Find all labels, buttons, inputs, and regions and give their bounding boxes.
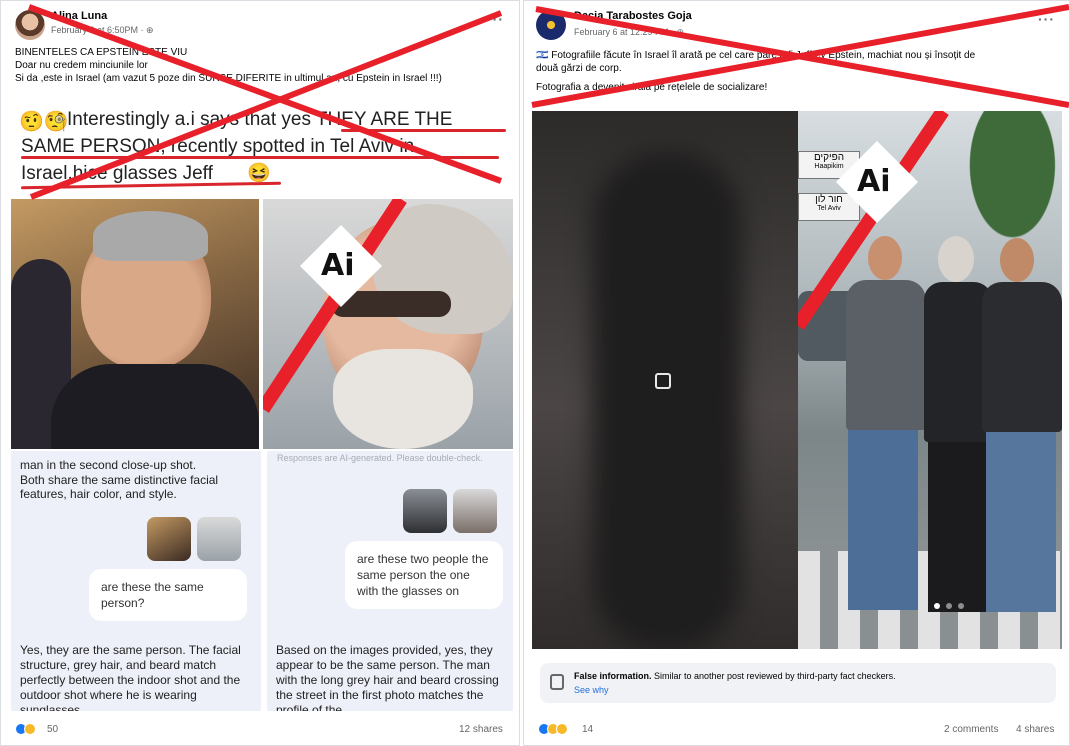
fact-check-banner[interactable]: False information. Similar to another po… xyxy=(540,663,1056,703)
jacket xyxy=(846,280,926,430)
red-underline xyxy=(341,129,506,132)
globe-icon: ⊕ xyxy=(146,25,154,35)
author-avatar[interactable] xyxy=(536,10,566,40)
bodyguard-left xyxy=(838,236,930,626)
head xyxy=(1000,238,1034,282)
author-name[interactable]: Alina Luna xyxy=(51,10,107,22)
caption-line: 🇮🇱 Fotografiile făcute în Israel îl arat… xyxy=(536,49,1061,62)
more-options-icon[interactable]: ··· xyxy=(1038,11,1055,27)
reaction-icons[interactable] xyxy=(538,723,582,737)
sign-hebrew: הפיקים xyxy=(813,152,845,163)
post-caption: BINENTELES CA EPSTEIN ESTE VIU Doar nu c… xyxy=(15,46,442,85)
carousel-dot[interactable] xyxy=(946,603,952,609)
man-beard xyxy=(333,349,473,449)
carousel-dot-active[interactable] xyxy=(934,603,940,609)
post-meta[interactable]: February 6 at 6:50PM · ⊕ xyxy=(51,25,154,36)
post-time[interactable]: February 6 at 6:50PM · xyxy=(51,25,146,35)
caption-line: două gărzi de corp. xyxy=(536,63,622,74)
emoji-icons: 🤨🧐 xyxy=(19,111,69,133)
chat-text: Both share the same distinctive facial xyxy=(20,473,219,487)
reactions-count[interactable]: 50 xyxy=(47,724,58,735)
reactions-count[interactable]: 14 xyxy=(582,724,593,735)
ai-answer: Based on the images provided, yes, they … xyxy=(276,643,499,711)
photo-indoor-man[interactable] xyxy=(11,199,259,449)
man-hair xyxy=(93,211,208,261)
ai-badge-label: Ai xyxy=(857,164,891,199)
shares-count[interactable]: 12 shares xyxy=(459,724,503,735)
red-underline xyxy=(21,156,499,159)
post-time[interactable]: February 6 at 12:29 PM · xyxy=(574,27,677,37)
fact-check-description: Similar to another post reviewed by thir… xyxy=(651,671,896,681)
ai-badge-label: Ai xyxy=(321,248,355,283)
author-name[interactable]: Dacia Tarabostes Goja xyxy=(574,10,692,22)
chat-thumbnail xyxy=(403,489,447,533)
user-question-bubble: are these the same person? xyxy=(89,569,247,621)
shares-count[interactable]: 4 shares xyxy=(1016,724,1054,735)
headline-line: Interestingly a.i says that yes THEY ARE… xyxy=(67,109,453,130)
bodyguard-right xyxy=(978,236,1062,626)
carousel-dot[interactable] xyxy=(958,603,964,609)
caption-line: BINENTELES CA EPSTEIN ESTE VIU xyxy=(15,47,188,58)
more-options-icon[interactable]: ··· xyxy=(487,11,504,27)
jeans xyxy=(986,432,1056,612)
reaction-icons[interactable] xyxy=(15,723,45,737)
haha-icon xyxy=(24,723,36,735)
globe-icon: ⊕ xyxy=(676,27,685,37)
user-question-bubble: are these two people the same person the… xyxy=(345,541,503,609)
chat-text: features, hair color, and style. xyxy=(20,487,177,501)
ai-chat-screenshot-2: Responses are AI-generated. Please doubl… xyxy=(267,451,513,711)
caption-line: Fotografia a devenit virală pe rețelele … xyxy=(536,82,768,93)
photo-sunglasses-man[interactable] xyxy=(263,199,513,449)
headline-line: Israel,hice glasses Jeff xyxy=(21,163,213,184)
left-post: Alina Luna February 6 at 6:50PM · ⊕ ··· … xyxy=(0,0,520,746)
street-photo[interactable]: הפיקים Haapikim חור לון Tel Aviv xyxy=(798,111,1062,649)
chat-thumbnail xyxy=(147,517,191,561)
jacket xyxy=(982,282,1062,432)
man-shirt xyxy=(51,364,259,449)
head xyxy=(938,236,974,282)
caption-line: Si da ,este in Israel (am vazut 5 poze d… xyxy=(15,73,442,84)
ai-disclaimer: Responses are AI-generated. Please doubl… xyxy=(277,453,483,463)
jeans xyxy=(848,430,918,610)
head xyxy=(868,236,902,280)
sensitive-content-icon[interactable] xyxy=(655,373,671,389)
headline-banner: 🤨🧐 Interestingly a.i says that yes THEY … xyxy=(11,95,513,199)
sign-latin: Tel Aviv xyxy=(817,205,841,212)
haha-icon xyxy=(556,723,568,735)
see-why-link[interactable]: See why xyxy=(574,685,609,695)
carousel-dots[interactable] xyxy=(934,601,974,611)
israel-flag-icon: 🇮🇱 xyxy=(536,50,552,61)
caption-text: Fotografiile făcute în Israel îl arată p… xyxy=(551,50,976,61)
post-meta[interactable]: February 6 at 12:29 PM · ⊕ xyxy=(574,27,684,38)
fact-check-icon xyxy=(550,674,564,690)
comments-count[interactable]: 2 comments xyxy=(944,724,998,735)
headline-line: SAME PERSON, recently spotted in Tel Avi… xyxy=(21,136,415,157)
chat-thumbnail xyxy=(453,489,497,533)
fact-check-title: False information. xyxy=(574,671,652,681)
chat-text: man in the second close-up shot. xyxy=(20,458,197,472)
fact-check-text: False information. Similar to another po… xyxy=(574,671,896,681)
chat-thumbnail xyxy=(197,517,241,561)
author-avatar[interactable] xyxy=(15,10,45,40)
post-caption: 🇮🇱 Fotografiile făcute în Israel îl arat… xyxy=(536,49,1061,94)
caption-line: Doar nu credem minciunile lor xyxy=(15,60,148,71)
blurred-photo[interactable] xyxy=(532,111,798,649)
right-post: Dacia Tarabostes Goja February 6 at 12:2… xyxy=(523,0,1070,746)
ai-chat-screenshot-1: man in the second close-up shot. Both sh… xyxy=(11,451,261,711)
ai-answer: Yes, they are the same person. The facia… xyxy=(20,643,241,711)
blurred-figure xyxy=(592,151,742,649)
